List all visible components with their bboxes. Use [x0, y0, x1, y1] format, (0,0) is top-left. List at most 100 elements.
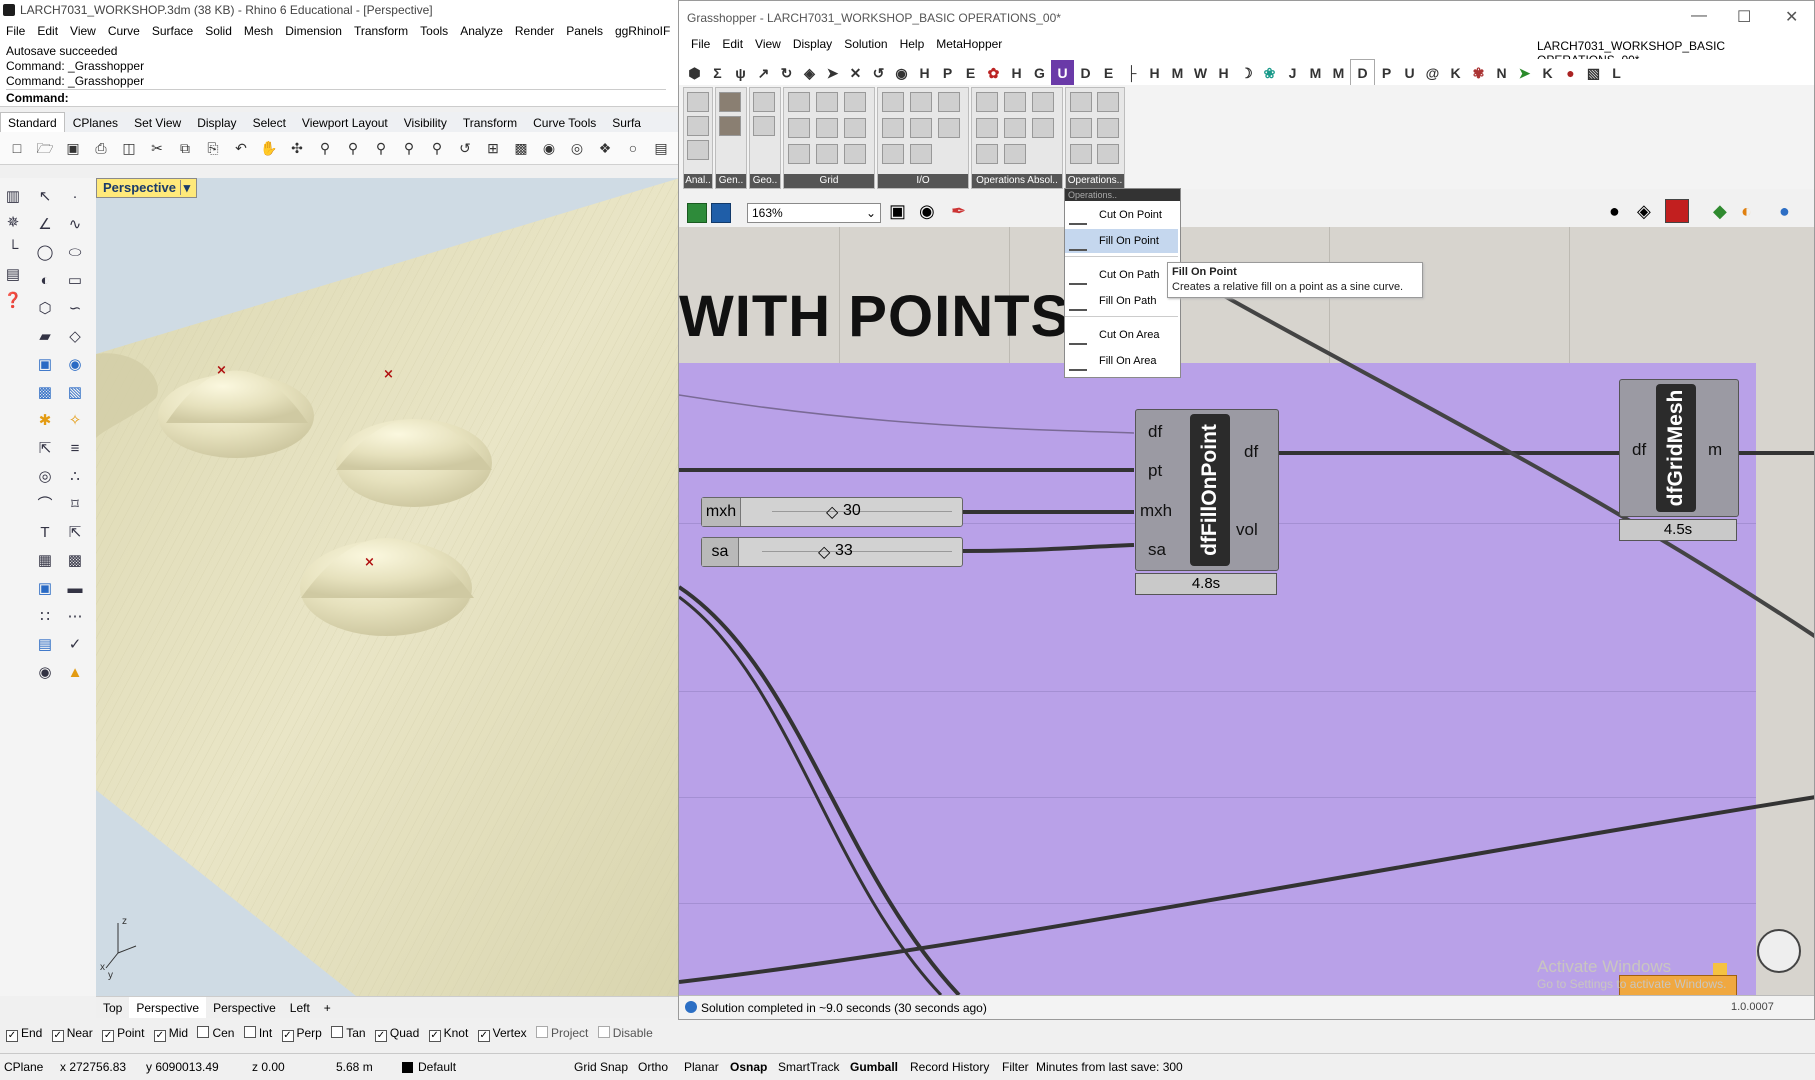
gh-menu-file[interactable]: File — [685, 35, 716, 51]
gh-menu-view[interactable]: View — [749, 35, 787, 51]
tab-at-icon[interactable]: @ — [1421, 60, 1444, 86]
checkbox-icon[interactable] — [597, 1026, 610, 1038]
osnap-quad[interactable]: ✓ Quad — [374, 1026, 419, 1042]
curve-icon[interactable]: ∿ — [64, 214, 86, 236]
chevron-down-icon[interactable]: ⌄ — [866, 204, 876, 222]
surface-icon[interactable]: ▰ — [34, 326, 56, 348]
open-document-icon[interactable] — [687, 203, 707, 223]
noise-texture-icon[interactable] — [719, 92, 741, 112]
tab-transform-icon[interactable]: ↺ — [867, 60, 890, 86]
tab-mesh-icon[interactable]: ➤ — [821, 60, 844, 86]
cube-icon[interactable]: ▣ — [34, 578, 56, 600]
grid-snap-toggle[interactable]: Grid Snap — [574, 1060, 628, 1074]
rotate-view-icon[interactable]: ✣ — [288, 139, 306, 157]
io-tool-icon[interactable] — [882, 144, 904, 164]
zoom-window-icon[interactable]: ⚲ — [344, 139, 362, 157]
osnap-project[interactable]: Project — [536, 1026, 588, 1040]
point-marker[interactable]: × — [216, 363, 227, 378]
panel-io[interactable]: I/O — [877, 87, 969, 189]
osnap-disable[interactable]: Disable — [597, 1026, 653, 1040]
preview-selected-icon[interactable] — [1665, 199, 1689, 223]
tab-n[interactable]: N — [1490, 60, 1513, 86]
rhino-menu-render[interactable]: Render — [509, 22, 560, 38]
grid-tool-icon[interactable] — [816, 118, 838, 138]
osnap-vertex[interactable]: ✓ Vertex — [477, 1026, 527, 1042]
viewport-tab-top[interactable]: Top — [96, 997, 129, 1019]
toolbar-tab-display[interactable]: Display — [189, 112, 244, 134]
cut-icon[interactable]: ✂ — [148, 139, 166, 157]
mesh-icon[interactable]: ▧ — [64, 382, 86, 404]
toolbar-tab-standard[interactable]: Standard — [0, 112, 65, 133]
copy-icon[interactable]: ⧉ — [176, 139, 194, 157]
grid-geometry-icon[interactable] — [753, 92, 775, 112]
tab-e2[interactable]: E — [1097, 60, 1120, 86]
osnap-perp[interactable]: ✓ Perp — [281, 1026, 322, 1042]
grid-tool-icon[interactable] — [788, 144, 810, 164]
operation-tool-icon[interactable] — [1070, 92, 1092, 112]
gh-menu-solution[interactable]: Solution — [838, 35, 893, 51]
close-icon[interactable]: ✕ — [1785, 7, 1798, 27]
explode-icon[interactable]: ✧ — [64, 410, 86, 432]
tab-w[interactable]: W — [1189, 60, 1212, 86]
toolbar-tab-cplanes[interactable]: CPlanes — [65, 112, 126, 134]
tab-intersect-icon[interactable]: ✕ — [844, 60, 867, 86]
tab-j[interactable]: J — [1281, 60, 1304, 86]
zoom-extents-icon[interactable]: ⚲ — [372, 139, 390, 157]
select-arrow-icon[interactable]: ↖ — [34, 186, 56, 208]
slider-handle-icon[interactable]: ◇ — [826, 502, 838, 522]
open-file-icon[interactable]: 🗁 — [36, 139, 54, 157]
osnap-icon[interactable]: ◎ — [568, 139, 586, 157]
checkbox-icon[interactable]: ✓ — [477, 1030, 490, 1042]
operation-tool-icon[interactable] — [1070, 144, 1092, 164]
gh-menu-display[interactable]: Display — [787, 35, 838, 51]
grid-tool-icon[interactable] — [844, 144, 866, 164]
gh-menu-edit[interactable]: Edit — [716, 35, 749, 51]
component-dffillonpoint[interactable]: df pt mxh sa dfFillOnPoint df vol — [1135, 409, 1279, 571]
operation-tool-icon[interactable] — [1032, 118, 1054, 138]
osnap-tan[interactable]: Tan — [331, 1026, 366, 1040]
zoom-all-icon[interactable]: ⚲ — [400, 139, 418, 157]
tab-d[interactable]: D — [1074, 60, 1097, 86]
light-bulb-icon[interactable]: ○ — [624, 139, 642, 157]
select-points-icon[interactable]: ❖ — [596, 139, 614, 157]
grid-tool-icon[interactable] — [816, 144, 838, 164]
tab-p2[interactable]: P — [1375, 60, 1398, 86]
bake-icon[interactable]: ◆ — [1713, 201, 1727, 222]
checkbox-icon[interactable]: ✓ — [51, 1030, 64, 1042]
add-viewport-tab-icon[interactable]: + — [317, 997, 338, 1019]
tab-k2[interactable]: K — [1536, 60, 1559, 86]
material-sphere-icon[interactable]: ◐ — [1741, 201, 1752, 222]
tab-p[interactable]: P — [936, 60, 959, 86]
maximize-icon[interactable]: ☐ — [1737, 7, 1751, 27]
tab-h4[interactable]: H — [1212, 60, 1235, 86]
osnap-point[interactable]: ✓ Point — [102, 1026, 144, 1042]
checkbox-icon[interactable]: ✓ — [428, 1030, 441, 1042]
ellipse-icon[interactable]: ⬭ — [64, 242, 86, 264]
tab-h2[interactable]: H — [1005, 60, 1028, 86]
polyline-icon[interactable]: ∠ — [34, 214, 56, 236]
zoom-icon[interactable]: ⚲ — [316, 139, 334, 157]
freeform-icon[interactable]: ∽ — [64, 298, 86, 320]
solid-union-icon[interactable]: ◉ — [64, 354, 86, 376]
io-tool-icon[interactable] — [938, 92, 960, 112]
layers-icon[interactable]: ▥ — [2, 186, 24, 208]
hide-icon[interactable]: ▬ — [64, 578, 86, 600]
align-icon[interactable]: ≡ — [64, 438, 86, 460]
rhino-menu-edit[interactable]: Edit — [31, 22, 64, 38]
sketch-pen-icon[interactable]: ✒ — [951, 201, 966, 222]
record-history-toggle[interactable]: Record History — [910, 1060, 989, 1074]
undo-view-icon[interactable]: ↺ — [456, 139, 474, 157]
osnap-toggle[interactable]: Osnap — [730, 1060, 767, 1074]
output-port-vol[interactable]: vol — [1236, 520, 1258, 540]
points-icon[interactable]: ∴ — [64, 466, 86, 488]
tab-maths-icon[interactable]: Σ — [706, 60, 729, 86]
analysis-tool-icon[interactable] — [687, 116, 709, 136]
checkbox-icon[interactable] — [331, 1026, 344, 1038]
grid-tool-icon[interactable] — [844, 118, 866, 138]
toolbar-tab-curve-tools[interactable]: Curve Tools — [525, 112, 604, 134]
polygon-icon[interactable]: ⬡ — [34, 298, 56, 320]
lock-icon[interactable]: ▤ — [652, 139, 670, 157]
libraries-icon[interactable]: ▤ — [2, 264, 24, 286]
rhino-menu-mesh[interactable]: Mesh — [238, 22, 279, 38]
rhino-menu-transform[interactable]: Transform — [348, 22, 414, 38]
